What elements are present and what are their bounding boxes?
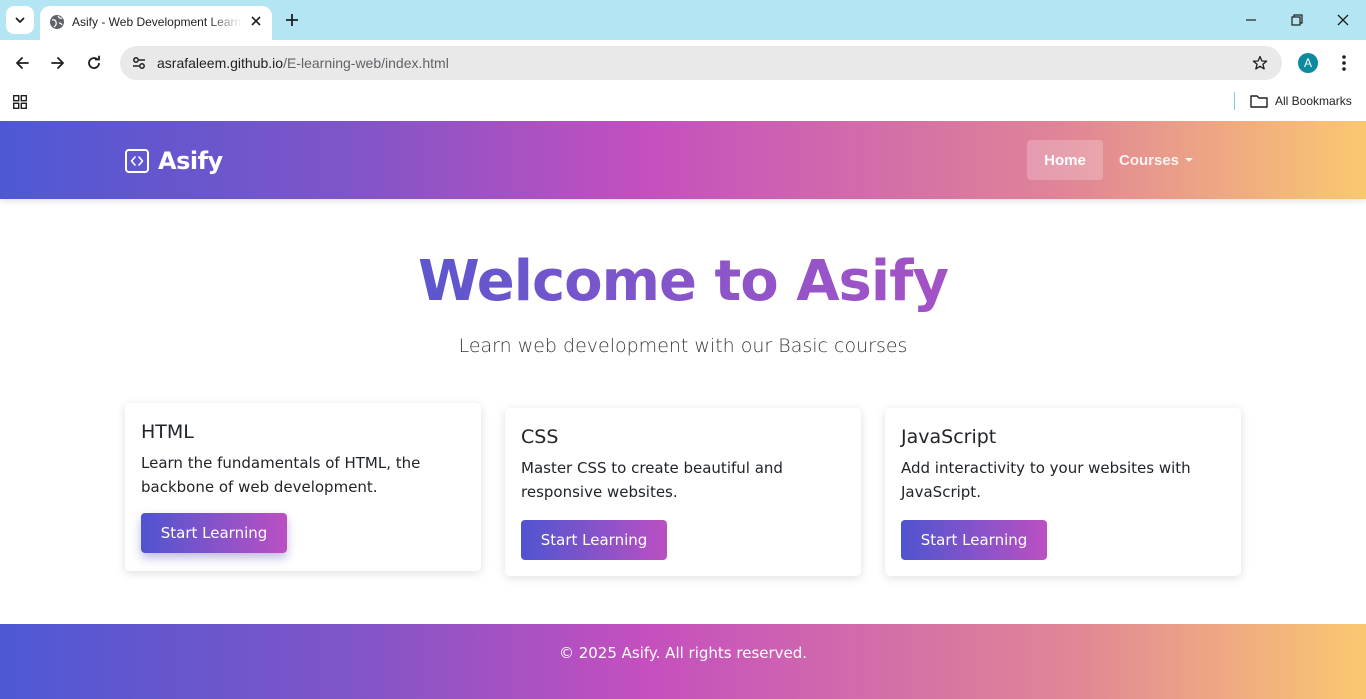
site-footer: © 2025 Asify. All rights reserved. (0, 624, 1366, 699)
folder-icon (1250, 95, 1268, 108)
nav-link-home[interactable]: Home (1027, 140, 1103, 180)
start-learning-button-css[interactable]: Start Learning (521, 520, 667, 560)
globe-icon (50, 15, 64, 29)
bookmarks-divider (1234, 92, 1235, 110)
reload-button[interactable] (80, 49, 108, 77)
page-viewport: Asify Home Courses Welcome to Asify Lear… (0, 121, 1366, 699)
course-description: Learn the fundamentals of HTML, the back… (141, 454, 421, 496)
site-navbar: Asify Home Courses (0, 121, 1366, 199)
tab-strip: Asify - Web Development Learning (0, 0, 1366, 40)
close-icon (251, 16, 261, 26)
apps-button[interactable] (10, 92, 30, 112)
code-square-icon (125, 149, 149, 173)
footer-copyright: © 2025 Asify. All rights reserved. (558, 644, 808, 662)
back-button[interactable] (8, 49, 36, 77)
minimize-button[interactable] (1228, 0, 1274, 40)
course-title: JavaScript (901, 426, 997, 448)
apps-icon (13, 95, 27, 109)
course-description: Add interactivity to your websites with … (901, 459, 1191, 501)
tab-search-button[interactable] (6, 6, 34, 34)
url-host: asrafaleem.github.io (157, 55, 284, 71)
brand-name: Asify (158, 147, 223, 175)
star-icon (1252, 55, 1268, 70)
site-info-button[interactable] (128, 52, 150, 74)
hero-title-text: Welcome to Asify (418, 249, 949, 314)
hero-subtitle: Learn web development with our Basic cou… (458, 335, 908, 357)
forward-button[interactable] (44, 49, 72, 77)
course-card-javascript: JavaScript Add interactivity to your web… (885, 408, 1241, 576)
close-window-button[interactable] (1320, 0, 1366, 40)
course-title: CSS (521, 426, 559, 448)
back-icon (16, 57, 29, 69)
url-text[interactable]: asrafaleem.github.io/E-learning-web/inde… (157, 55, 449, 71)
plus-icon (286, 14, 298, 26)
close-icon (1337, 14, 1349, 26)
more-vert-icon (1342, 55, 1346, 71)
minimize-icon (1246, 19, 1256, 21)
nav-link-courses-dropdown[interactable]: Courses (1119, 140, 1194, 180)
start-learning-button-javascript[interactable]: Start Learning (901, 520, 1047, 560)
address-bar[interactable]: asrafaleem.github.io/E-learning-web/inde… (120, 46, 1282, 80)
caret-down-icon (1185, 158, 1194, 162)
browser-menu-button[interactable] (1332, 50, 1356, 76)
course-card-css: CSS Master CSS to create beautiful and r… (505, 408, 861, 576)
bookmark-star-button[interactable] (1250, 53, 1270, 73)
forward-icon (51, 57, 64, 69)
course-title: HTML (141, 421, 194, 443)
close-tab-button[interactable] (247, 12, 265, 30)
chevron-down-icon (15, 17, 25, 23)
profile-avatar[interactable]: A (1298, 53, 1318, 73)
all-bookmarks-label: All Bookmarks (1275, 94, 1352, 108)
bookmarks-bar: All Bookmarks (0, 86, 1366, 120)
brand-link[interactable]: Asify (125, 147, 223, 175)
active-tab[interactable]: Asify - Web Development Learning (40, 6, 272, 40)
url-path: /E-learning-web/index.html (283, 55, 449, 71)
hero-title: Welcome to Asify (0, 247, 1366, 317)
browser-toolbar: asrafaleem.github.io/E-learning-web/inde… (0, 40, 1366, 86)
course-card-html: HTML Learn the fundamentals of HTML, the… (125, 403, 481, 571)
restore-button[interactable] (1274, 0, 1320, 40)
restore-icon (1291, 14, 1303, 26)
nav-link-courses-label: Courses (1119, 151, 1180, 169)
start-learning-button-html[interactable]: Start Learning (141, 513, 287, 553)
site-settings-icon (133, 57, 145, 69)
new-tab-button[interactable] (280, 8, 304, 32)
course-description: Master CSS to create beautiful and respo… (521, 459, 783, 501)
all-bookmarks-button[interactable]: All Bookmarks (1250, 90, 1352, 112)
tab-title: Asify - Web Development Learning (72, 15, 242, 29)
reload-icon (88, 55, 100, 69)
